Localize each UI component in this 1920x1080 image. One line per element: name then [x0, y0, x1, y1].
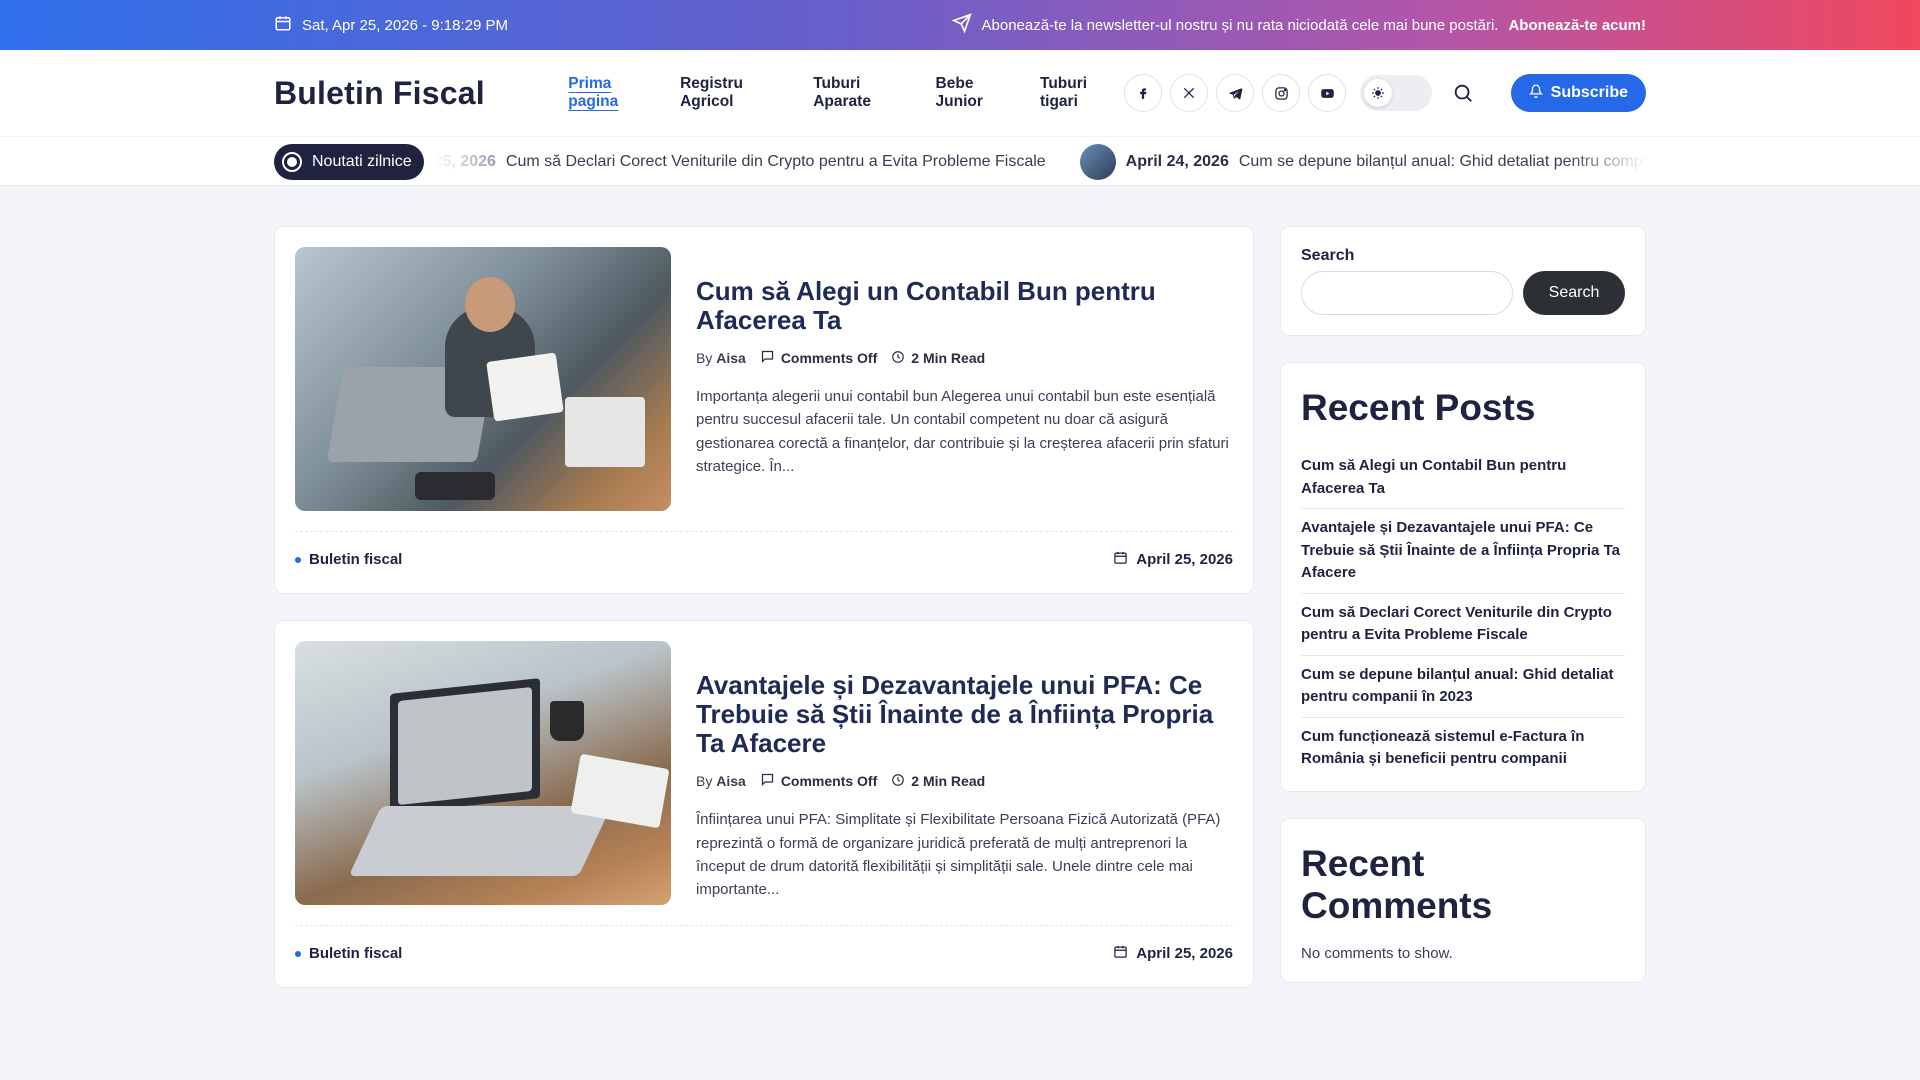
post-comments: Comments Off: [780, 350, 878, 367]
sidebar: Search Search Recent Posts Cum să Alegi …: [1280, 226, 1646, 988]
clock-icon: [891, 773, 905, 790]
main-nav: Prima pagina Registru Agricol Tuburi Apa…: [568, 75, 1124, 111]
instagram-icon[interactable]: [1262, 74, 1301, 112]
recent-posts-widget: Recent Posts Cum să Alegi un Contabil Bu…: [1280, 362, 1646, 792]
calendar-icon: [1113, 550, 1128, 569]
by-label: By: [696, 773, 713, 790]
bell-icon: [1528, 84, 1544, 103]
search-input[interactable]: [1301, 271, 1513, 315]
calendar-icon: [274, 14, 292, 36]
recent-post-link[interactable]: Cum să Alegi un Contabil Bun pentru Afac…: [1301, 447, 1625, 509]
post-card: Avantajele și Dezavantajele unui PFA: Ce…: [274, 620, 1254, 988]
social-links: [1124, 74, 1433, 112]
newsletter-cta-link[interactable]: Abonează-te acum!: [1508, 17, 1646, 34]
recent-post-link[interactable]: Avantajele și Dezavantajele unui PFA: Ce…: [1301, 509, 1625, 594]
post-card: Cum să Alegi un Contabil Bun pentru Afac…: [274, 226, 1254, 594]
facebook-icon[interactable]: [1124, 74, 1163, 112]
recent-post-link[interactable]: Cum funcționează sistemul e-Factura în R…: [1301, 718, 1625, 771]
post-excerpt: Înființarea unui PFA: Simplitate și Flex…: [696, 811, 1221, 899]
nav-item-prima-pagina[interactable]: Prima pagina: [568, 75, 660, 111]
ticker-item-link[interactable]: Cum se depune bilanțul anual: Ghid detal…: [1239, 153, 1646, 171]
calendar-icon: [1113, 944, 1128, 963]
post-author-link[interactable]: Aisa: [716, 350, 746, 366]
topbar-newsletter: Abonează-te la newsletter-ul nostru și n…: [950, 13, 1646, 37]
nav-item-tuburi-aparate[interactable]: Tuburi Aparate: [813, 75, 915, 111]
subscribe-label: Subscribe: [1550, 84, 1628, 101]
recent-post-link[interactable]: Cum se depune bilanțul anual: Ghid detal…: [1301, 656, 1625, 718]
post-footer: Buletin fiscal April 25, 2026: [295, 925, 1233, 967]
newsletter-text: Abonează-te la newsletter-ul nostru și n…: [981, 16, 1499, 34]
recent-post-link[interactable]: Cum să Declari Corect Veniturile din Cry…: [1301, 594, 1625, 656]
comment-icon: [760, 772, 775, 790]
news-ticker: Noutati zilnice 25, 2026 Cum să Declari …: [0, 136, 1920, 186]
ticker-item-link[interactable]: Cum să Declari Corect Veniturile din Cry…: [506, 153, 1046, 171]
post-footer: Buletin fiscal April 25, 2026: [295, 531, 1233, 573]
post-date: April 25, 2026: [1136, 945, 1233, 962]
site-title[interactable]: Buletin Fiscal: [274, 75, 568, 112]
ticker-badge: Noutati zilnice: [274, 144, 424, 180]
recent-posts-list: Cum să Alegi un Contabil Bun pentru Afac…: [1301, 447, 1625, 771]
ticker-item-avatar: [1079, 144, 1116, 180]
record-icon: [282, 152, 302, 172]
telegram-icon[interactable]: [1216, 74, 1255, 112]
recent-comments-title: Recent Comments: [1301, 842, 1493, 926]
post-meta: By Aisa Comments Off 2 Min Read: [696, 772, 1233, 790]
post-title-link[interactable]: Cum să Alegi un Contabil Bun pentru Afac…: [696, 276, 1233, 335]
post-meta: By Aisa Comments Off 2 Min Read: [696, 349, 1233, 367]
no-comments-text: No comments to show.: [1301, 944, 1453, 962]
nav-item-registru-agricol[interactable]: Registru Agricol: [680, 75, 793, 111]
clock-icon: [891, 350, 905, 367]
nav-item-tuburi-tigari[interactable]: Tuburi tigari: [1040, 75, 1124, 111]
send-icon: [950, 13, 972, 37]
ticker-item-date: April 24, 2026: [1125, 153, 1229, 170]
post-comments: Comments Off: [780, 773, 878, 790]
site-header: Buletin Fiscal Prima pagina Registru Agr…: [0, 50, 1920, 136]
ticker-item-date: 25, 2026: [433, 153, 496, 170]
search-button[interactable]: Search: [1523, 271, 1625, 315]
post-excerpt: Importanța alegerii unui contabil bun Al…: [696, 388, 1229, 475]
post-title-link[interactable]: Avantajele și Dezavantajele unui PFA: Ce…: [696, 670, 1233, 758]
sun-icon: [1364, 79, 1393, 107]
search-icon[interactable]: [1444, 73, 1482, 113]
post-read-time: 2 Min Read: [911, 350, 986, 367]
theme-toggle[interactable]: [1360, 75, 1433, 111]
post-author-link[interactable]: Aisa: [716, 773, 746, 789]
nav-item-bebe-junior[interactable]: Bebe Junior: [936, 75, 1020, 111]
subscribe-button[interactable]: Subscribe: [1510, 74, 1646, 112]
x-icon[interactable]: [1170, 74, 1209, 112]
top-bar: Sat, Apr 25, 2026 - 9:18:29 PM Abonează-…: [0, 0, 1920, 50]
by-label: By: [696, 350, 713, 367]
recent-posts-title: Recent Posts: [1301, 387, 1536, 428]
posts-list: Cum să Alegi un Contabil Bun pentru Afac…: [274, 226, 1254, 988]
main-content: Cum să Alegi un Contabil Bun pentru Afac…: [274, 226, 1646, 988]
post-category-link[interactable]: Buletin fiscal: [309, 945, 402, 962]
comment-icon: [760, 349, 775, 367]
category-bullet-icon: [295, 950, 301, 957]
topbar-date: Sat, Apr 25, 2026 - 9:18:29 PM: [274, 14, 508, 36]
post-category-link[interactable]: Buletin fiscal: [309, 551, 402, 568]
ticker-badge-label: Noutati zilnice: [312, 153, 412, 170]
search-widget: Search Search: [1280, 226, 1646, 336]
post-date: April 25, 2026: [1136, 551, 1233, 568]
search-label: Search: [1301, 247, 1355, 264]
recent-comments-widget: Recent Comments No comments to show.: [1280, 817, 1646, 983]
topbar-datetime: Sat, Apr 25, 2026 - 9:18:29 PM: [302, 16, 508, 34]
category-bullet-icon: [295, 556, 301, 563]
post-thumbnail[interactable]: [295, 247, 671, 511]
post-thumbnail[interactable]: [295, 641, 671, 905]
youtube-icon[interactable]: [1308, 74, 1347, 112]
ticker-track: 25, 2026 Cum să Declari Corect Venituril…: [434, 144, 1646, 180]
post-read-time: 2 Min Read: [911, 773, 986, 790]
